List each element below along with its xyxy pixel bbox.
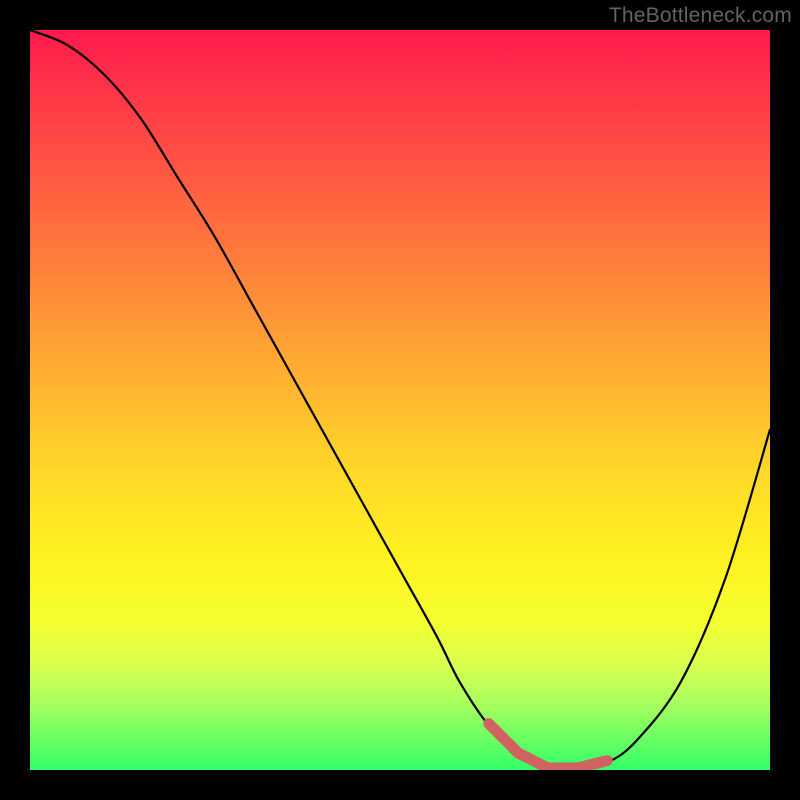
optimal-range-highlight — [489, 724, 607, 768]
bottleneck-curve — [30, 30, 770, 770]
curve-svg — [30, 30, 770, 770]
watermark-text: TheBottleneck.com — [609, 4, 792, 28]
chart-frame: TheBottleneck.com — [0, 0, 800, 800]
plot-area — [30, 30, 770, 770]
